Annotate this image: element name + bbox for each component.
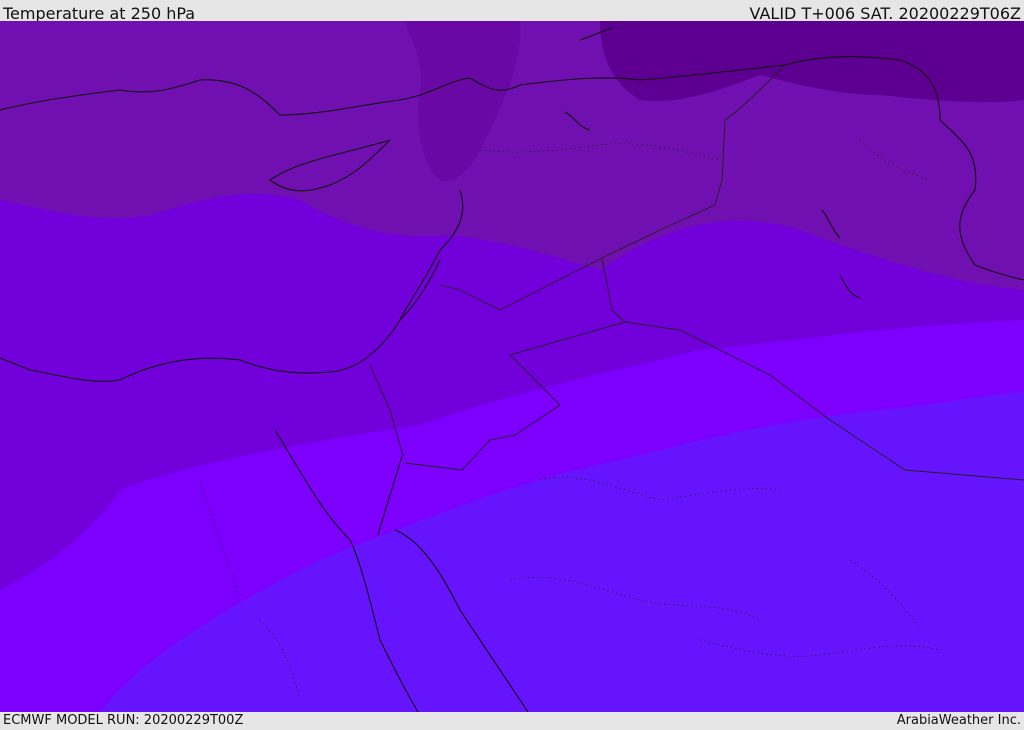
top-bar: Temperature at 250 hPa VALID T+006 SAT. …: [0, 0, 1024, 23]
model-run: ECMWF MODEL RUN: 20200229T00Z: [3, 713, 244, 728]
bottom-bar: ECMWF MODEL RUN: 20200229T00Z ArabiaWeat…: [0, 712, 1024, 729]
map-canvas: [0, 21, 1024, 712]
credit: ArabiaWeather Inc.: [896, 713, 1021, 728]
temperature-map[interactable]: [0, 21, 1024, 712]
